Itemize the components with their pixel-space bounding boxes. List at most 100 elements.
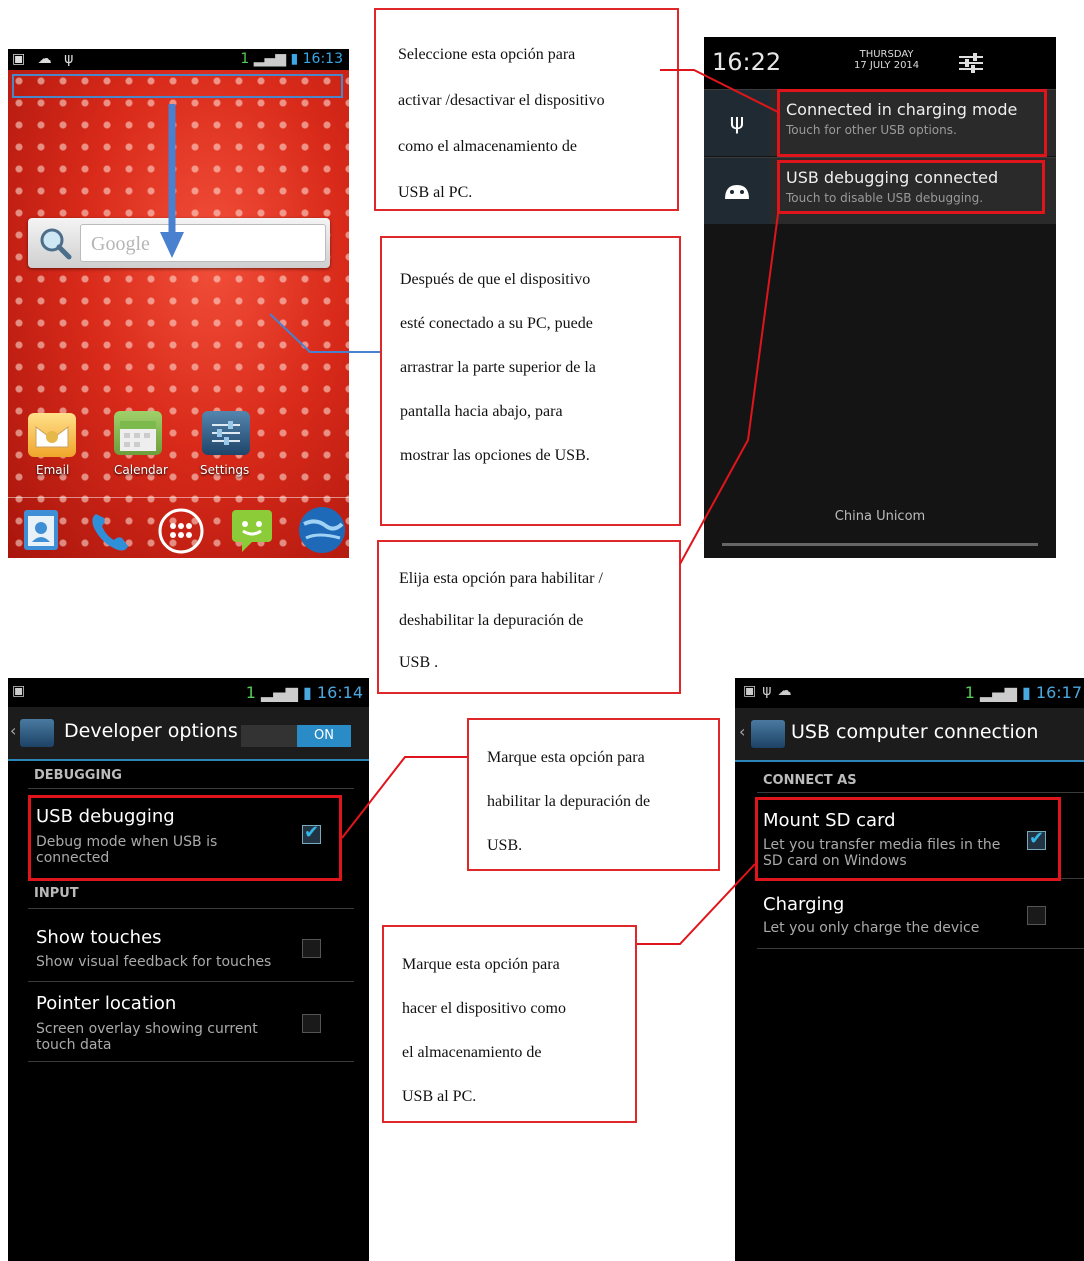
highlight-usb-debugging-setting: [28, 795, 342, 881]
callout-line: activar /desactivar el dispositivo: [398, 92, 605, 109]
drag-handle[interactable]: [722, 543, 1038, 546]
divider: [28, 1061, 354, 1062]
android-icon: [704, 158, 770, 224]
callout-line: mostrar las opciones de USB.: [400, 447, 590, 464]
status-right: 1 ▂▄▆ ▮ 16:17: [965, 683, 1082, 702]
settings-icon[interactable]: [751, 720, 785, 748]
callout-mark-debugging: Marque esta opción para habilitar la dep…: [467, 718, 720, 871]
callout-line: arrastrar la parte superior de la: [400, 359, 596, 376]
callout-line: pantalla hacia abajo, para: [400, 403, 563, 420]
section-connect-as: CONNECT AS: [763, 773, 857, 788]
section-debugging: DEBUGGING: [34, 768, 122, 783]
quick-settings-icon[interactable]: [957, 51, 985, 75]
signal-icon: ▂▄▆: [253, 51, 287, 67]
email-icon[interactable]: [28, 413, 76, 457]
page-title: USB computer connection: [791, 721, 1039, 743]
status-time: 16:17: [1035, 683, 1082, 702]
signal-icon: ▂▄▆: [979, 683, 1017, 702]
notification-header: 16:22 THURSDAY 17 JULY 2014: [704, 37, 1056, 89]
status-time: 16:14: [316, 683, 363, 702]
carrier-label: China Unicom: [834, 509, 926, 524]
battery-icon: ▮: [290, 51, 299, 67]
callout-line: hacer el dispositivo como: [402, 1000, 566, 1017]
app-label-settings: Settings: [200, 463, 250, 477]
highlight-charging-mode: [777, 89, 1047, 157]
option-title: Charging: [763, 894, 845, 915]
status-right: 1 ▂▄▆ ▮ 16:13: [240, 51, 343, 67]
setting-subtitle: Screen overlay showing current touch dat…: [36, 1021, 258, 1053]
messaging-icon[interactable]: [228, 506, 276, 554]
callout-line: USB.: [487, 837, 523, 854]
callout-line: Seleccione esta opción para: [398, 46, 576, 63]
callout-line: USB al PC.: [398, 184, 473, 201]
signal-icon: ▂▄▆: [260, 683, 298, 702]
status-bar[interactable]: ▣ ☁ ψ 1 ▂▄▆ ▮ 16:13: [8, 49, 349, 70]
developer-options-toggle[interactable]: ON: [241, 725, 351, 747]
usb-connection-screen: ▣ψ☁ 1 ▂▄▆ ▮ 16:17 ‹ USB computer connect…: [735, 678, 1084, 1261]
callout-line: deshabilitar la depuración de: [399, 612, 584, 629]
calendar-icon[interactable]: [114, 411, 162, 455]
header-date-text: 17 JULY 2014: [854, 60, 920, 71]
toggle-on-label: ON: [297, 725, 351, 747]
divider: [28, 981, 354, 982]
divider: [28, 908, 354, 909]
sim-indicator: 1: [964, 683, 975, 702]
option-subtitle: Let you only charge the device: [763, 920, 980, 936]
search-input[interactable]: Google: [80, 224, 326, 262]
notification-icons: ▣ ☁ ψ: [12, 51, 78, 67]
callout-line: USB al PC.: [402, 1088, 477, 1105]
apps-grid-icon[interactable]: [156, 506, 206, 556]
connector-line: [269, 313, 380, 353]
status-time: 16:13: [302, 51, 343, 67]
status-bar-highlight: [12, 74, 343, 98]
developer-options-screen: ▣ 1 ▂▄▆ ▮ 16:14 ‹ Developer options ON D…: [8, 678, 369, 1261]
header-date: THURSDAY 17 JULY 2014: [854, 49, 919, 71]
gallery-icon: ▣: [12, 683, 26, 699]
highlight-mount-sd-card: [755, 797, 1061, 881]
app-label-email: Email: [36, 463, 70, 477]
callout-debugging-toggle: Elija esta opción para habilitar / desha…: [377, 540, 681, 694]
show-touches-checkbox[interactable]: [302, 939, 321, 958]
callout-line: el almacenamiento de: [402, 1044, 542, 1061]
settings-icon[interactable]: [202, 411, 250, 455]
back-icon[interactable]: ‹: [10, 721, 16, 740]
battery-icon: ▮: [302, 683, 312, 702]
callout-line: Después de que el dispositivo: [400, 271, 591, 288]
header-time: 16:22: [712, 48, 782, 76]
battery-icon: ▮: [1021, 683, 1031, 702]
search-icon: [40, 228, 72, 260]
settings-icon[interactable]: [20, 719, 54, 747]
action-bar: ‹ USB computer connection: [735, 708, 1084, 762]
contacts-icon[interactable]: [20, 508, 64, 552]
dock: [8, 497, 349, 558]
usb-icon: ψ: [704, 90, 770, 156]
callout-mark-storage: Marque esta opción para hacer el disposi…: [382, 925, 637, 1123]
callout-line: Marque esta opción para: [487, 749, 645, 766]
divider: [757, 792, 1084, 793]
divider: [28, 788, 354, 789]
callout-usb-storage: Seleccione esta opción para activar /des…: [374, 8, 679, 211]
phone-icon[interactable]: [86, 508, 134, 554]
callout-drag-down: Después de que el dispositivo esté conec…: [380, 236, 681, 526]
charging-checkbox[interactable]: [1027, 906, 1046, 925]
setting-title: Pointer location: [36, 993, 177, 1014]
pointer-location-checkbox[interactable]: [302, 1014, 321, 1033]
app-label-calendar: Calendar: [114, 463, 168, 477]
callout-line: USB .: [399, 654, 439, 671]
callout-line: Elija esta opción para habilitar /: [399, 570, 603, 587]
status-right: 1 ▂▄▆ ▮ 16:14: [246, 683, 363, 702]
setting-title: Show touches: [36, 927, 162, 948]
status-bar[interactable]: ▣ 1 ▂▄▆ ▮ 16:14: [8, 678, 369, 706]
browser-icon[interactable]: [296, 504, 348, 556]
header-day: THURSDAY: [859, 49, 914, 60]
divider: [757, 948, 1084, 949]
callout-line: esté conectado a su PC, puede: [400, 315, 593, 332]
status-bar[interactable]: ▣ψ☁ 1 ▂▄▆ ▮ 16:17: [735, 678, 1084, 706]
callout-line: como el almacenamiento de: [398, 138, 578, 155]
highlight-usb-debugging: [777, 160, 1045, 214]
sim-indicator: 1: [245, 683, 256, 702]
back-icon[interactable]: ‹: [739, 722, 745, 741]
page-title: Developer options: [64, 720, 238, 742]
drag-down-arrow-icon: [160, 104, 184, 258]
callout-line: Marque esta opción para: [402, 956, 560, 973]
